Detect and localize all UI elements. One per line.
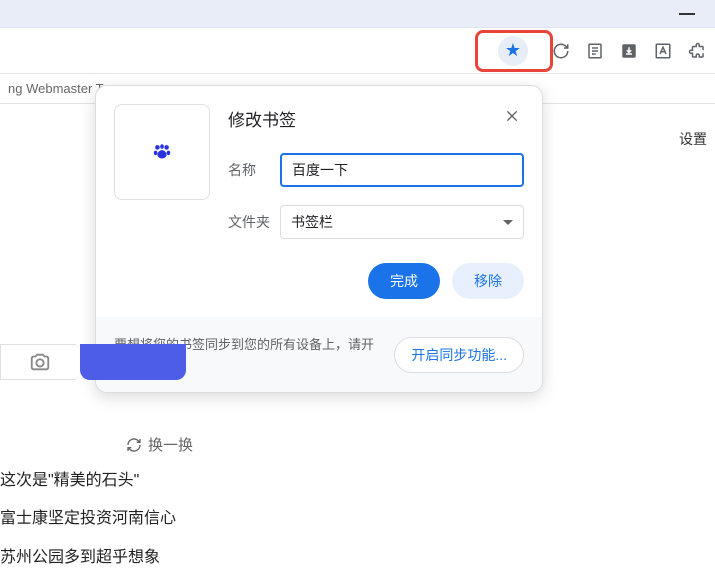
download-icon[interactable]: [619, 41, 639, 61]
news-item[interactable]: 富士康坚定投资河南信心: [0, 500, 176, 538]
chevron-down-icon: [503, 220, 513, 225]
done-button[interactable]: 完成: [368, 263, 440, 299]
camera-icon: [29, 351, 51, 373]
settings-link[interactable]: 设置: [679, 129, 707, 149]
extension-icon[interactable]: [687, 41, 707, 61]
minimize-icon[interactable]: [679, 13, 695, 15]
font-icon[interactable]: [653, 41, 673, 61]
search-button-partial[interactable]: [80, 344, 186, 380]
refresh-label: 换一换: [148, 434, 193, 455]
name-label: 名称: [228, 160, 280, 180]
enable-sync-button[interactable]: 开启同步功能...: [394, 337, 524, 373]
folder-selected-value: 书签栏: [291, 212, 333, 232]
bookmark-favicon: [114, 104, 210, 200]
news-list: 这次是"精美的石头" 富士康坚定投资河南信心 苏州公园多到超乎想象: [0, 462, 176, 577]
tab-label[interactable]: ng Webmaster T: [8, 81, 104, 96]
bookmark-star-button[interactable]: ★: [498, 36, 528, 66]
news-item[interactable]: 苏州公园多到超乎想象: [0, 539, 176, 577]
browser-toolbar: ★: [0, 28, 715, 74]
remove-button[interactable]: 移除: [452, 263, 524, 299]
reader-icon[interactable]: [585, 41, 605, 61]
refresh-news-button[interactable]: 换一换: [126, 434, 193, 455]
baidu-paw-icon: [151, 141, 173, 163]
close-icon: [504, 108, 520, 124]
refresh-icon: [126, 437, 142, 453]
star-icon: ★: [505, 40, 521, 61]
reload-icon[interactable]: [551, 41, 571, 61]
browser-titlebar: [0, 0, 715, 28]
close-button[interactable]: [500, 104, 524, 133]
folder-label: 文件夹: [228, 212, 280, 232]
camera-button[interactable]: [0, 344, 78, 380]
dialog-title: 修改书签: [228, 106, 296, 131]
bookmark-name-input[interactable]: [280, 153, 524, 187]
news-item[interactable]: 这次是"精美的石头": [0, 462, 176, 500]
bookmark-folder-select[interactable]: 书签栏: [280, 205, 524, 239]
